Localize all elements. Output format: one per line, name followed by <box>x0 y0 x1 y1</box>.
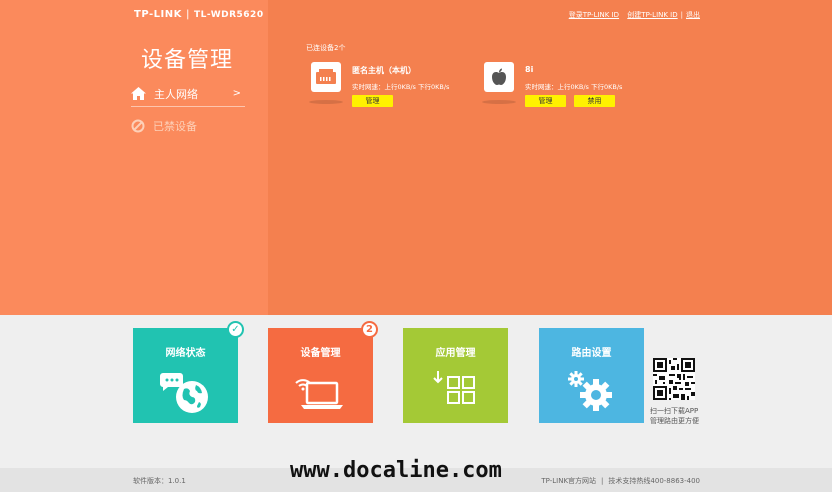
device-card: 匿名主机（本机） 实时网速：上行0KB/s 下行0KB/s 管理 <box>309 62 471 112</box>
qr-code-icon <box>653 358 695 400</box>
globe-icon <box>159 373 208 413</box>
logout-link[interactable]: 退出 <box>686 11 700 19</box>
software-version: 软件版本：1.0.1 <box>133 477 186 485</box>
sidebar-item-blocked-devices[interactable]: 已禁设备 <box>131 113 245 139</box>
gears-icon <box>567 371 612 411</box>
page-title: 设备管理 <box>141 48 234 73</box>
tile-label: 设备管理 <box>300 348 341 359</box>
device-name: 匿名主机（本机） <box>352 66 416 75</box>
tile-device-management[interactable]: 设备管理 <box>268 328 373 423</box>
manage-button[interactable]: 管理 <box>525 95 566 107</box>
sidebar-item-host-network[interactable]: 主人网络 > <box>131 81 245 107</box>
support-hotline: 技术支持热线400-8863-400 <box>608 477 700 485</box>
logo: TP-LINK | TL-WDR5620 <box>134 9 264 20</box>
check-icon: ✓ <box>227 321 244 338</box>
sidebar-item-label: 已禁设备 <box>153 120 197 133</box>
connected-count: 已连设备2个 <box>306 44 346 52</box>
watermark: www.docaline.com <box>290 458 502 483</box>
device-count-badge: 2 <box>361 321 378 338</box>
account-links: 登录TP-LINK ID 创建TP-LINK ID | 退出 <box>568 11 700 19</box>
qr-caption: 扫一扫下载APP 管理路由更方便 <box>650 407 699 425</box>
ethernet-icon <box>311 62 341 92</box>
device-speed: 实时网速：上行0KB/s 下行0KB/s <box>352 83 450 91</box>
device-speed: 实时网速：上行0KB/s 下行0KB/s <box>525 83 623 91</box>
tile-network-status[interactable]: 网络状态 <box>133 328 238 423</box>
sidebar-item-label: 主人网络 <box>154 87 198 101</box>
footer-links: TP-LINK官方网站 | 技术支持热线400-8863-400 <box>541 477 700 485</box>
laptop-wifi-icon <box>294 379 343 409</box>
device-card: 8i 实时网速：上行0KB/s 下行0KB/s 管理 禁用 <box>482 62 644 112</box>
block-button[interactable]: 禁用 <box>574 95 615 107</box>
apple-icon <box>484 62 514 92</box>
tile-label: 路由设置 <box>571 348 612 359</box>
brand-logo: TP-LINK <box>134 9 182 20</box>
tile-label: 应用管理 <box>435 348 476 359</box>
home-icon <box>131 87 146 100</box>
block-icon <box>131 119 145 133</box>
create-tplink-id-link[interactable]: 创建TP-LINK ID <box>627 11 677 19</box>
manage-button[interactable]: 管理 <box>352 95 393 107</box>
tile-app-management[interactable]: 应用管理 <box>403 328 508 423</box>
tile-label: 网络状态 <box>165 348 206 359</box>
model-name: TL-WDR5620 <box>194 10 264 20</box>
device-name: 8i <box>525 65 534 74</box>
tile-router-settings[interactable]: 路由设置 <box>539 328 644 423</box>
official-site-link[interactable]: TP-LINK官方网站 <box>541 477 596 485</box>
chevron-right-icon: > <box>232 88 241 99</box>
apps-grid-icon <box>432 371 475 404</box>
login-tplink-id-link[interactable]: 登录TP-LINK ID <box>569 11 619 19</box>
